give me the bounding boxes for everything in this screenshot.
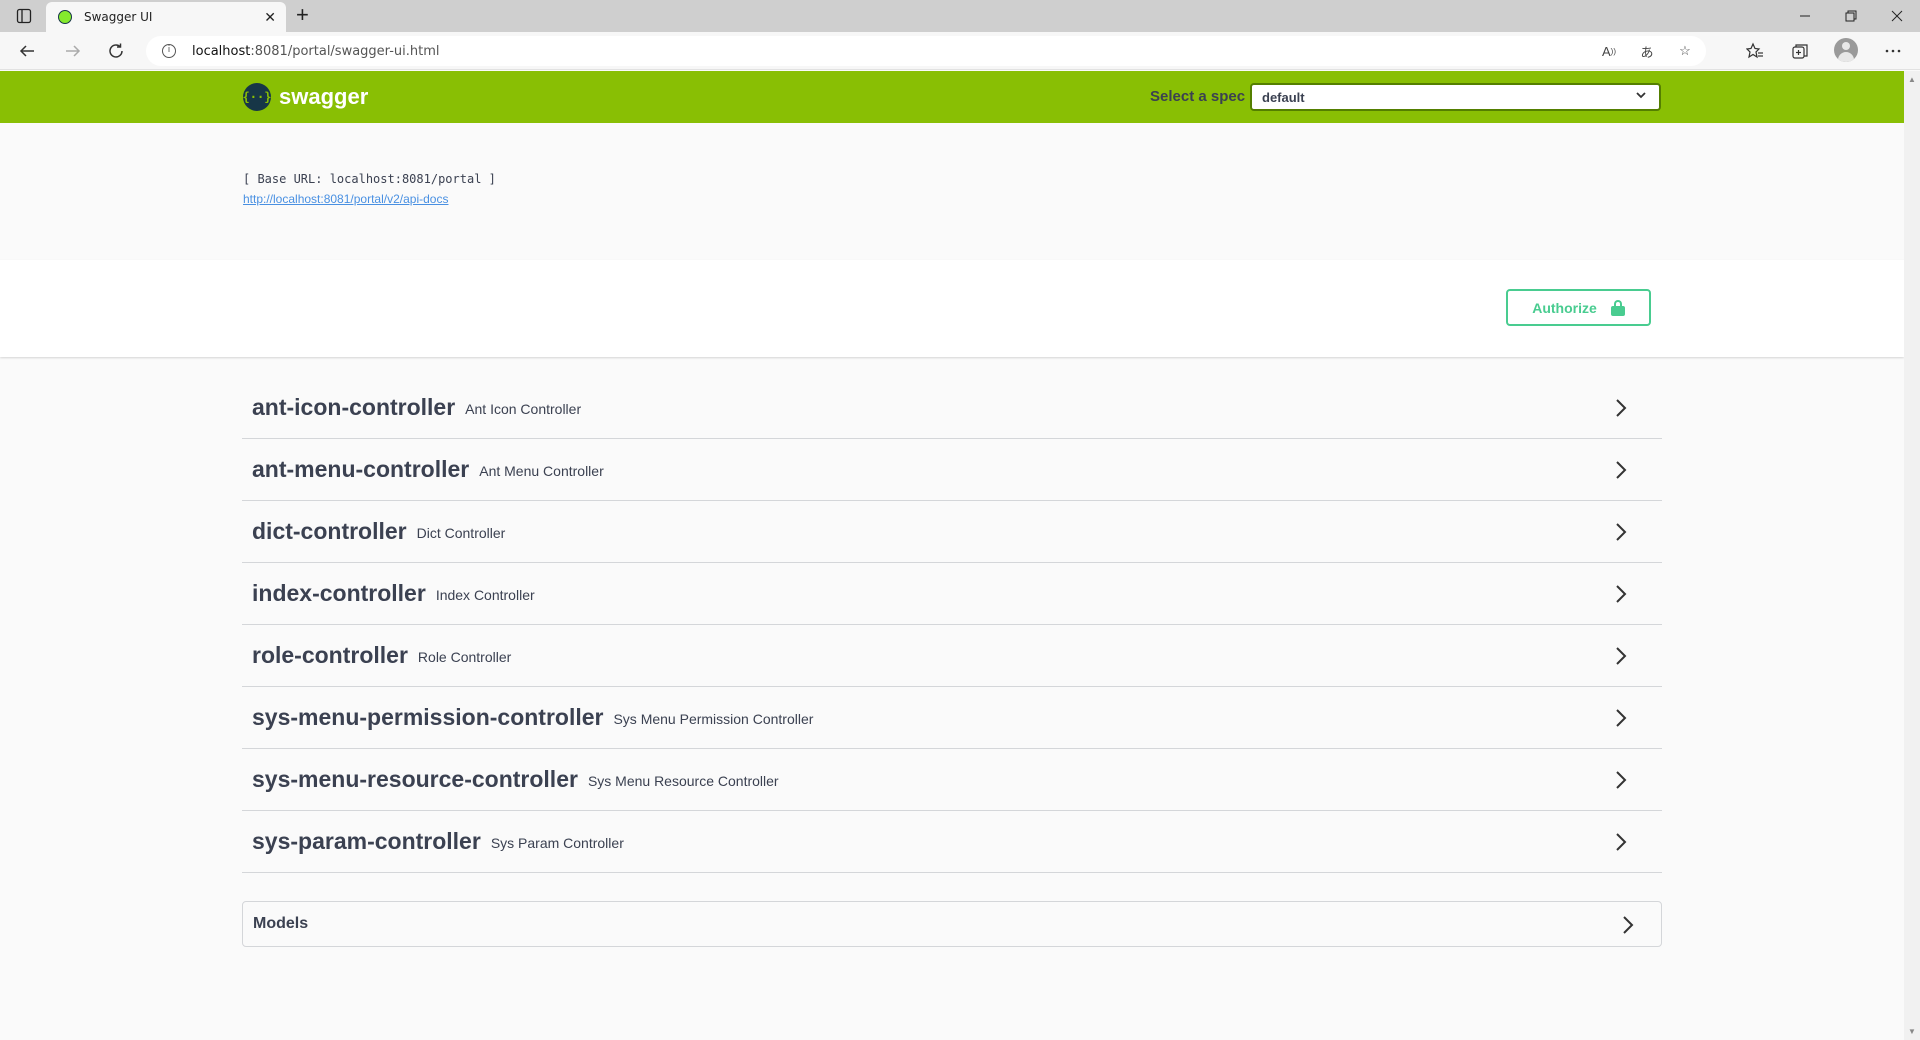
forward-arrow-icon[interactable] — [62, 40, 84, 62]
tag-row[interactable]: role-controller Role Controller — [242, 625, 1662, 687]
swagger-topbar: {··} swagger Select a spec default — [0, 71, 1904, 123]
tag-name: role-controller — [252, 642, 408, 668]
tag-description: Dict Controller — [416, 525, 506, 541]
favorites-icon[interactable] — [1744, 40, 1766, 62]
tab-actions-icon[interactable] — [14, 6, 34, 26]
swagger-logo[interactable]: {··} swagger — [243, 83, 368, 111]
tag-row[interactable]: ant-icon-controller Ant Icon Controller — [242, 377, 1662, 439]
tag-row[interactable]: dict-controller Dict Controller — [242, 501, 1662, 563]
base-url: [ Base URL: localhost:8081/portal ] — [243, 172, 496, 186]
tag-list: ant-icon-controller Ant Icon Controller … — [242, 377, 1662, 873]
chevron-right-icon[interactable] — [1617, 914, 1639, 936]
tag-name: sys-param-controller — [252, 828, 481, 854]
browser-tab-bar: Swagger UI ✕ + — [0, 0, 1920, 32]
tag-description: Sys Menu Permission Controller — [613, 711, 814, 727]
tag-description: Role Controller — [417, 649, 512, 665]
page-viewport: {··} swagger Select a spec default [ Bas… — [0, 71, 1904, 1040]
lock-icon — [1610, 299, 1625, 316]
swagger-logo-text: swagger — [279, 84, 369, 109]
api-info: [ Base URL: localhost:8081/portal ] http… — [0, 123, 1904, 260]
new-tab-icon[interactable]: + — [296, 4, 309, 26]
scheme-container: Authorize — [0, 260, 1904, 357]
tag-row[interactable]: sys-param-controller Sys Param Controlle… — [242, 811, 1662, 873]
api-docs-link[interactable]: http://localhost:8081/portal/v2/api-docs — [243, 192, 448, 206]
models-title: Models — [253, 915, 309, 932]
more-options-icon[interactable] — [1882, 40, 1904, 62]
chevron-down-icon — [1635, 89, 1647, 104]
url-bar[interactable]: i localhost:8081/portal/swagger-ui.html … — [146, 36, 1706, 66]
page-scrollbar[interactable]: ▲ ▼ — [1904, 71, 1920, 1040]
tag-row[interactable]: ant-menu-controller Ant Menu Controller — [242, 439, 1662, 501]
tag-description: Ant Icon Controller — [465, 401, 582, 417]
swagger-favicon-icon — [58, 10, 72, 24]
tag-name: ant-icon-controller — [252, 394, 456, 420]
tag-row[interactable]: sys-menu-permission-controller Sys Menu … — [242, 687, 1662, 749]
chevron-right-icon[interactable] — [1610, 645, 1632, 667]
authorize-button[interactable]: Authorize — [1506, 289, 1651, 326]
back-arrow-icon[interactable] — [16, 40, 38, 62]
tag-row[interactable]: sys-menu-resource-controller Sys Menu Re… — [242, 749, 1662, 811]
tag-name: dict-controller — [252, 518, 407, 544]
translate-icon[interactable]: あ — [1638, 42, 1656, 60]
spec-select-label: Select a spec — [1150, 88, 1246, 105]
read-aloud-icon[interactable]: A)) — [1600, 42, 1618, 60]
chevron-right-icon[interactable] — [1610, 397, 1632, 419]
url-text[interactable]: localhost:8081/portal/swagger-ui.html — [192, 44, 439, 59]
refresh-icon[interactable] — [105, 40, 127, 62]
chevron-right-icon[interactable] — [1610, 459, 1632, 481]
tag-row[interactable]: index-controller Index Controller — [242, 563, 1662, 625]
chevron-right-icon[interactable] — [1610, 707, 1632, 729]
add-favorite-icon[interactable]: ☆ — [1676, 42, 1694, 60]
browser-address-bar: i localhost:8081/portal/swagger-ui.html … — [0, 32, 1920, 70]
tab-title: Swagger UI — [84, 10, 153, 24]
chevron-right-icon[interactable] — [1610, 583, 1632, 605]
collections-icon[interactable] — [1789, 40, 1811, 62]
chevron-right-icon[interactable] — [1610, 769, 1632, 791]
browser-tab[interactable]: Swagger UI ✕ — [46, 2, 286, 32]
authorize-label: Authorize — [1532, 299, 1597, 316]
chevron-right-icon[interactable] — [1610, 521, 1632, 543]
tag-description: Ant Menu Controller — [479, 463, 604, 479]
swagger-logo-icon: {··} — [243, 83, 271, 111]
window-controls — [1782, 0, 1920, 32]
tag-description: Sys Menu Resource Controller — [587, 773, 779, 789]
spec-select[interactable]: default — [1250, 83, 1661, 111]
site-info-icon[interactable]: i — [162, 44, 176, 58]
tag-description: Index Controller — [435, 587, 535, 603]
scroll-up-icon[interactable]: ▲ — [1908, 75, 1916, 84]
tag-name: sys-menu-resource-controller — [252, 766, 578, 792]
scroll-down-icon[interactable]: ▼ — [1908, 1027, 1916, 1036]
close-window-icon[interactable] — [1874, 0, 1920, 32]
tag-name: ant-menu-controller — [252, 456, 470, 482]
tag-description: Sys Param Controller — [490, 835, 624, 851]
minimize-icon[interactable] — [1782, 0, 1828, 32]
restore-icon[interactable] — [1828, 0, 1874, 32]
tag-name: sys-menu-permission-controller — [252, 704, 604, 730]
tag-name: index-controller — [252, 580, 426, 606]
spec-select-value: default — [1262, 90, 1305, 105]
close-tab-icon[interactable]: ✕ — [264, 9, 276, 26]
models-section[interactable]: Models — [242, 901, 1662, 947]
profile-avatar-icon[interactable] — [1834, 38, 1858, 62]
chevron-right-icon[interactable] — [1610, 831, 1632, 853]
